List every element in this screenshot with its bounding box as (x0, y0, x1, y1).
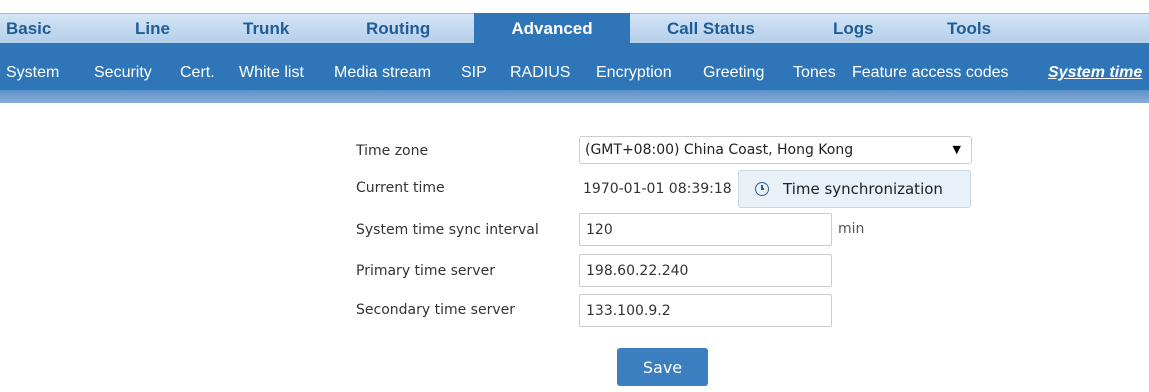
time-zone-value: (GMT+08:00) China Coast, Hong Kong (585, 142, 854, 158)
time-zone-label: Time zone (356, 143, 429, 159)
dropdown-arrow-icon: ▼ (952, 143, 961, 156)
primary-server-label: Primary time server (356, 263, 495, 279)
subnav-shadow (0, 90, 1149, 103)
time-sync-label: Time synchronization (783, 180, 943, 198)
tab-advanced[interactable]: Advanced (474, 13, 630, 44)
tab-tools[interactable]: Tools (947, 14, 991, 44)
primary-server-input[interactable] (579, 254, 832, 287)
main-nav: Basic Line Trunk Routing Advanced Call S… (0, 13, 1149, 44)
clock-icon (755, 182, 769, 196)
secondary-server-label: Secondary time server (356, 302, 515, 318)
save-button[interactable]: Save (617, 348, 708, 386)
current-time-value: 1970-01-01 08:39:18 (583, 181, 732, 197)
tab-line[interactable]: Line (135, 14, 170, 44)
tab-call-status[interactable]: Call Status (667, 14, 755, 44)
sync-interval-input[interactable] (579, 213, 832, 246)
tab-trunk[interactable]: Trunk (243, 14, 289, 44)
current-time-label: Current time (356, 180, 445, 196)
time-sync-button[interactable]: Time synchronization (738, 170, 971, 208)
sync-interval-label: System time sync interval (356, 222, 539, 238)
sync-interval-unit: min (838, 221, 865, 237)
tab-basic[interactable]: Basic (6, 14, 51, 44)
time-zone-select[interactable]: (GMT+08:00) China Coast, Hong Kong ▼ (579, 136, 972, 164)
tab-routing[interactable]: Routing (366, 14, 430, 44)
secondary-server-input[interactable] (579, 294, 832, 327)
sub-nav: System Security Cert. White list Media s… (0, 43, 1149, 90)
tab-logs[interactable]: Logs (833, 14, 874, 44)
